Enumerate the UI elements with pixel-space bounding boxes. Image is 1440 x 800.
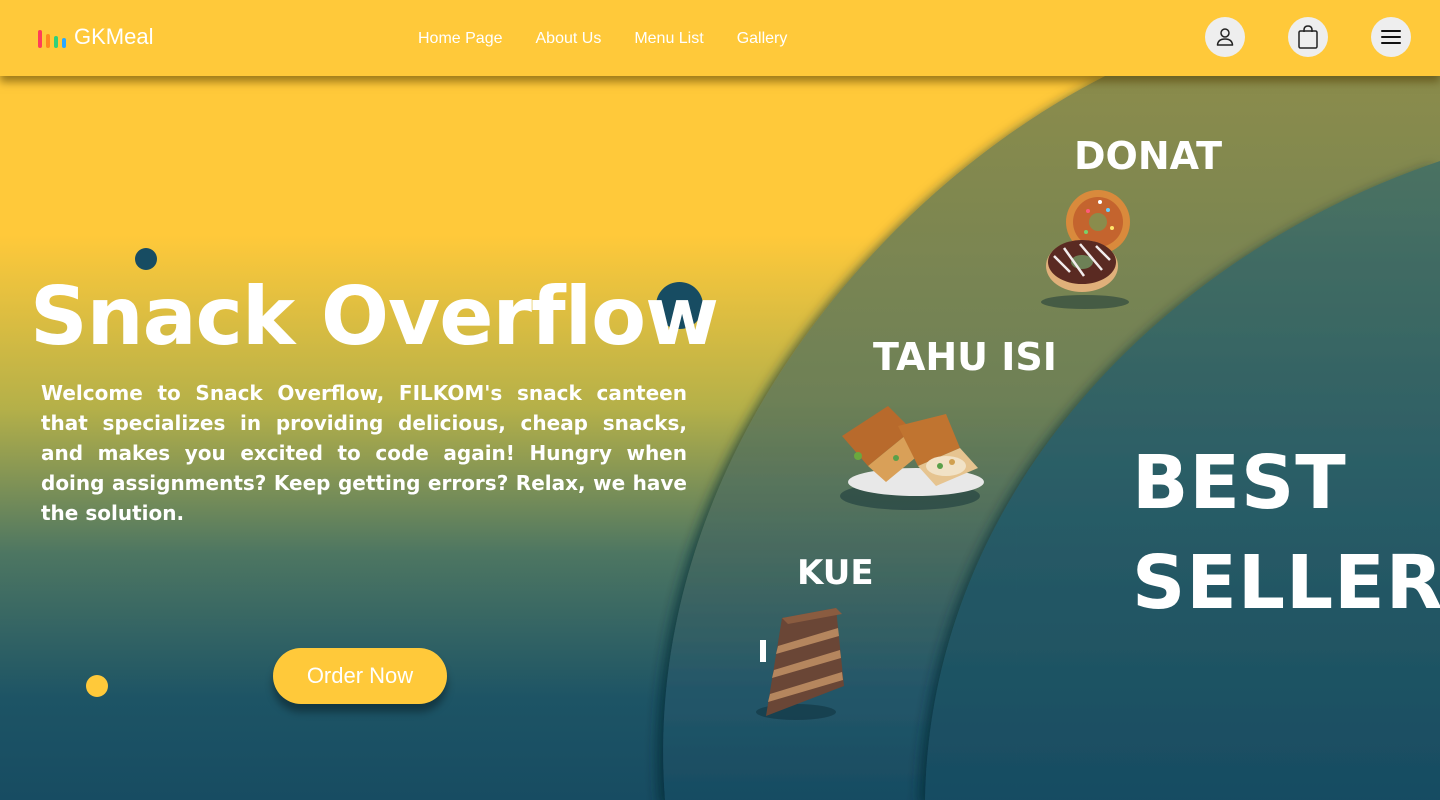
cake-slice-image[interactable] <box>744 604 852 724</box>
hero-description: Welcome to Snack Overflow, FILKOM's snac… <box>41 381 687 525</box>
nav-menu-list[interactable]: Menu List <box>634 30 703 48</box>
brand-logo[interactable]: GKMeal <box>38 24 153 50</box>
main-nav: Home Page About Us Menu List Gallery <box>418 30 787 48</box>
logo-bars-icon <box>38 26 66 48</box>
site-header: GKMeal Home Page About Us Menu List Gall… <box>0 0 1440 76</box>
decorative-dot <box>86 675 108 697</box>
cart-button[interactable] <box>1288 17 1328 57</box>
best-seller-heading-line2: SELLER <box>1132 540 1440 626</box>
best-seller-heading-line1: BEST <box>1132 440 1347 526</box>
brand-name: GKMeal <box>74 24 154 49</box>
donut-image[interactable] <box>1030 184 1140 312</box>
nav-about-us[interactable]: About Us <box>536 30 602 48</box>
nav-home-page[interactable]: Home Page <box>418 30 503 48</box>
hero-section: Snack Overflow Welcome to Snack Overflow… <box>0 76 1440 800</box>
food-label-donat: DONAT <box>1074 134 1223 178</box>
nav-gallery[interactable]: Gallery <box>737 30 788 48</box>
account-button[interactable] <box>1205 17 1245 57</box>
hamburger-menu-button[interactable] <box>1371 17 1411 57</box>
stuffed-tofu-image[interactable] <box>828 396 990 516</box>
food-label-tahu-isi: TAHU ISI <box>873 335 1057 379</box>
user-icon <box>1216 28 1234 46</box>
menu-icon <box>1381 30 1401 44</box>
decorative-dot <box>135 248 157 270</box>
order-now-button[interactable]: Order Now <box>273 648 447 704</box>
food-label-kue: KUE <box>797 553 874 593</box>
hero-title: Snack Overflow <box>30 270 719 363</box>
shopping-bag-icon <box>1298 25 1318 49</box>
